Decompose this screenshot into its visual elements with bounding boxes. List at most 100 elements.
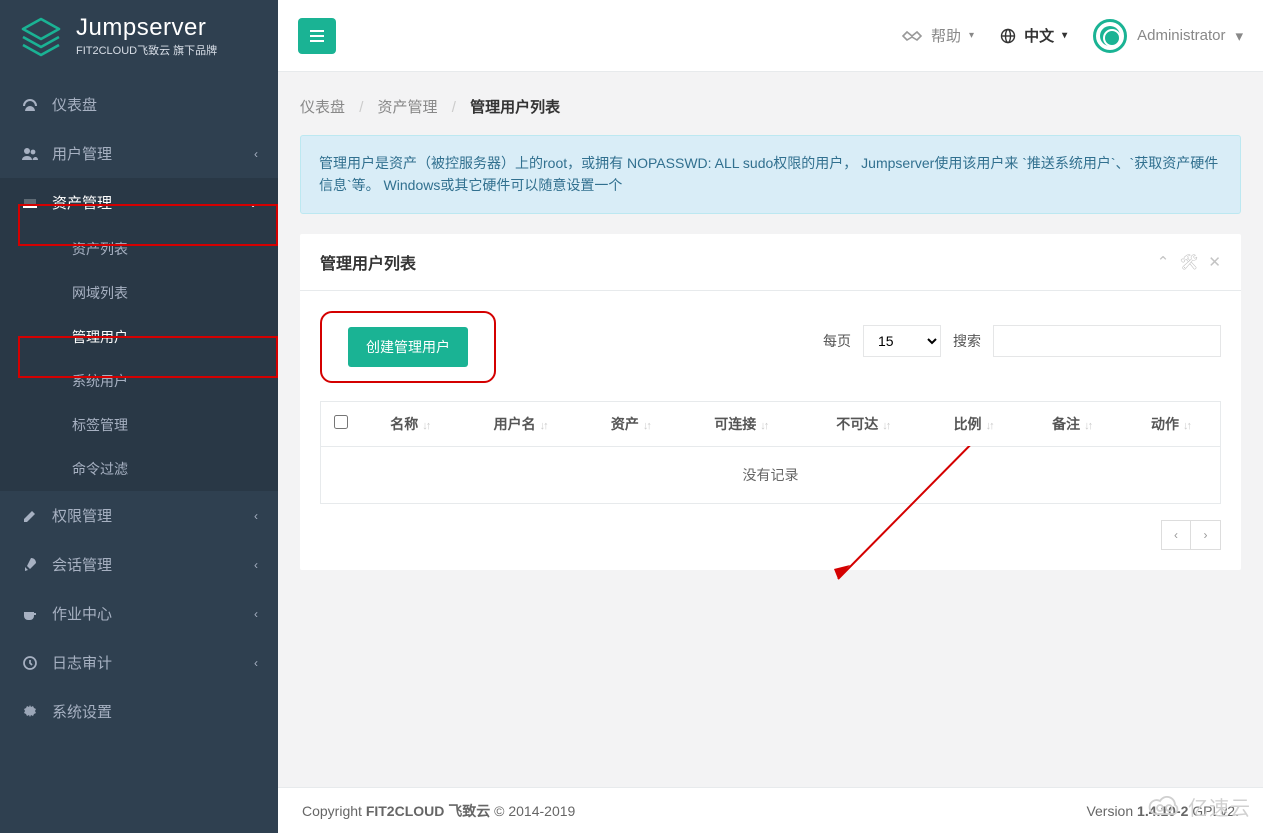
breadcrumb-item[interactable]: 资产管理	[378, 99, 438, 116]
breadcrumb-item[interactable]: 仪表盘	[300, 99, 345, 116]
column-header[interactable]: 资产↓↑	[581, 401, 680, 446]
breadcrumb: 仪表盘 / 资产管理 / 管理用户列表	[300, 90, 1241, 135]
per-page-label: 每页	[823, 331, 851, 351]
submenu-asset-list[interactable]: 资产列表	[0, 227, 278, 271]
annotation-highlight-create-button: 创建管理用户	[320, 311, 496, 383]
user-menu[interactable]: Administrator ▾	[1093, 19, 1243, 53]
sort-icon: ↓↑	[643, 420, 650, 432]
sidebar-item-label: 仪表盘	[52, 94, 97, 115]
prev-page-button[interactable]: ‹	[1161, 520, 1191, 550]
cloud-icon	[1148, 796, 1182, 818]
column-header[interactable]: 比例↓↑	[924, 401, 1023, 446]
footer-copyright: Copyright FIT2CLOUD 飞致云 © 2014-2019	[302, 801, 575, 821]
sidebar-item-sessions[interactable]: 会话管理 ‹	[0, 540, 278, 589]
logo-subtitle: FIT2CLOUD飞致云 旗下品牌	[76, 44, 217, 59]
caret-down-icon: ▾	[969, 30, 974, 41]
sort-icon: ↓↑	[1183, 420, 1190, 432]
column-header[interactable]: 备注↓↑	[1022, 401, 1121, 446]
sidebar-item-label: 作业中心	[52, 603, 112, 624]
next-page-button[interactable]: ›	[1191, 520, 1221, 550]
chevron-left-icon: ‹	[254, 607, 258, 621]
column-header[interactable]: 名称↓↑	[361, 401, 460, 446]
footer: Copyright FIT2CLOUD 飞致云 © 2014-2019 Vers…	[278, 787, 1263, 833]
panel-admin-users: 管理用户列表 ⌃ 🛠 ✕ 创建管理用户 每页 15 搜索	[300, 234, 1241, 570]
search-input[interactable]	[993, 325, 1221, 357]
table-empty-row: 没有记录	[321, 446, 1221, 503]
search-label: 搜索	[953, 331, 981, 351]
sidebar-item-perms[interactable]: 权限管理 ‹	[0, 491, 278, 540]
sidebar-item-assets[interactable]: 资产管理 ⌄	[0, 178, 278, 227]
inbox-icon	[22, 195, 38, 211]
logo-icon	[18, 14, 64, 60]
sidebar-item-label: 会话管理	[52, 554, 112, 575]
sort-icon: ↓↑	[422, 420, 429, 432]
avatar-icon	[1093, 19, 1127, 53]
sort-icon: ↓↑	[986, 420, 993, 432]
column-header[interactable]: 不可达↓↑	[802, 401, 924, 446]
select-all-checkbox[interactable]	[334, 415, 348, 429]
sidebar-item-settings[interactable]: 系统设置	[0, 687, 278, 736]
submenu-label: 系统用户	[72, 373, 128, 389]
caret-down-icon: ▾	[1235, 27, 1243, 45]
sidebar-item-label: 系统设置	[52, 701, 112, 722]
chevron-left-icon: ‹	[254, 147, 258, 161]
hamburger-icon	[309, 29, 325, 43]
admin-users-table: 名称↓↑ 用户名↓↑ 资产↓↑ 可连接↓↑ 不可达↓↑ 比例↓↑ 备注↓↑ 动作…	[320, 401, 1221, 504]
submenu-label-mgmt[interactable]: 标签管理	[0, 403, 278, 447]
submenu-label: 命令过滤	[72, 461, 128, 477]
info-alert: 管理用户是资产（被控服务器）上的root，或拥有 NOPASSWD: ALL s…	[300, 135, 1241, 214]
sidebar-toggle-button[interactable]	[298, 18, 336, 54]
wrench-icon[interactable]: 🛠	[1179, 253, 1198, 271]
sidebar-item-dashboard[interactable]: 仪表盘	[0, 80, 278, 129]
sidebar-nav: 仪表盘 用户管理 ‹ 资产管理 ⌄ 资产列表 网域列表 管理用户 系统用户 标签…	[0, 80, 278, 736]
sidebar-item-audit[interactable]: 日志审计 ‹	[0, 638, 278, 687]
assets-submenu: 资产列表 网域列表 管理用户 系统用户 标签管理 命令过滤	[0, 227, 278, 491]
sidebar-item-users[interactable]: 用户管理 ‹	[0, 129, 278, 178]
breadcrumb-current: 管理用户列表	[470, 99, 560, 116]
sort-icon: ↓↑	[760, 420, 767, 432]
coffee-icon	[22, 606, 38, 622]
caret-down-icon: ▾	[1062, 30, 1067, 41]
users-icon	[22, 146, 38, 162]
chevron-down-icon: ⌄	[248, 196, 258, 210]
sidebar-item-jobs[interactable]: 作业中心 ‹	[0, 589, 278, 638]
user-name: Administrator	[1137, 27, 1225, 44]
handshake-icon	[901, 28, 923, 44]
breadcrumb-separator: /	[359, 99, 363, 116]
edit-icon	[22, 508, 38, 524]
main-content: 仪表盘 / 资产管理 / 管理用户列表 管理用户是资产（被控服务器）上的root…	[278, 72, 1263, 787]
sidebar-item-label: 日志审计	[52, 652, 112, 673]
close-icon[interactable]: ✕	[1208, 253, 1221, 271]
panel-title: 管理用户列表	[320, 250, 416, 274]
submenu-domain-list[interactable]: 网域列表	[0, 271, 278, 315]
alert-text: 管理用户是资产（被控服务器）上的root，或拥有 NOPASSWD: ALL s…	[319, 155, 1218, 193]
submenu-admin-user[interactable]: 管理用户	[0, 315, 278, 359]
language-label: 中文	[1024, 25, 1054, 46]
submenu-label: 标签管理	[72, 417, 128, 433]
history-icon	[22, 655, 38, 671]
chevron-left-icon: ‹	[254, 509, 258, 523]
submenu-label: 资产列表	[72, 241, 128, 257]
language-switch[interactable]: 中文 ▾	[1000, 25, 1067, 46]
pagination: ‹ ›	[320, 520, 1221, 550]
topbar: 帮助 ▾ 中文 ▾ Administrator ▾	[278, 0, 1263, 72]
column-header[interactable]: 可连接↓↑	[680, 401, 802, 446]
rocket-icon	[22, 557, 38, 573]
globe-icon	[1000, 28, 1016, 44]
per-page-select[interactable]: 15	[863, 325, 941, 357]
sidebar: Jumpserver FIT2CLOUD飞致云 旗下品牌 仪表盘 用户管理 ‹ …	[0, 0, 278, 833]
column-header[interactable]: 用户名↓↑	[459, 401, 581, 446]
submenu-system-user[interactable]: 系统用户	[0, 359, 278, 403]
collapse-icon[interactable]: ⌃	[1157, 253, 1170, 271]
sidebar-item-label: 资产管理	[52, 192, 112, 213]
submenu-label: 管理用户	[72, 329, 128, 345]
sidebar-brand: Jumpserver FIT2CLOUD飞致云 旗下品牌	[0, 0, 278, 70]
submenu-command-filter[interactable]: 命令过滤	[0, 447, 278, 491]
help-link[interactable]: 帮助 ▾	[901, 25, 974, 46]
create-admin-user-button[interactable]: 创建管理用户	[348, 327, 468, 367]
gear-icon	[22, 704, 38, 720]
panel-body: 创建管理用户 每页 15 搜索 名称↓↑ 用户名↓↑ 资产↓↑ 可连接↓	[300, 291, 1241, 570]
dashboard-icon	[22, 97, 38, 113]
sort-icon: ↓↑	[540, 420, 547, 432]
column-header[interactable]: 动作↓↑	[1121, 401, 1221, 446]
